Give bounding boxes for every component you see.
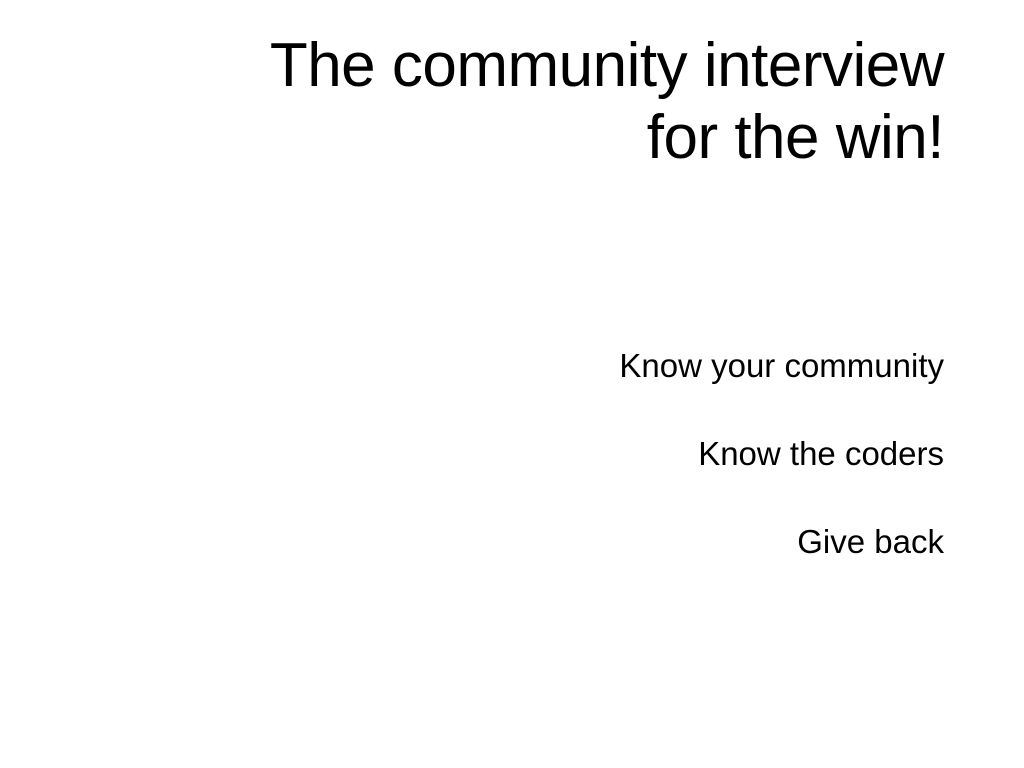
bullet-item: Know the coders (698, 435, 944, 472)
bullet-item: Give back (797, 523, 944, 560)
slide: The community interview for the win! Kno… (0, 0, 1024, 768)
bullet-list: Know your community Know the coders Give… (344, 344, 944, 608)
slide-title-line-1: The community interview (269, 31, 945, 100)
slide-title-line-2: for the win! (646, 103, 945, 172)
slide-title: The community interview for the win! (44, 30, 945, 174)
bullet-item: Know your community (619, 347, 944, 384)
